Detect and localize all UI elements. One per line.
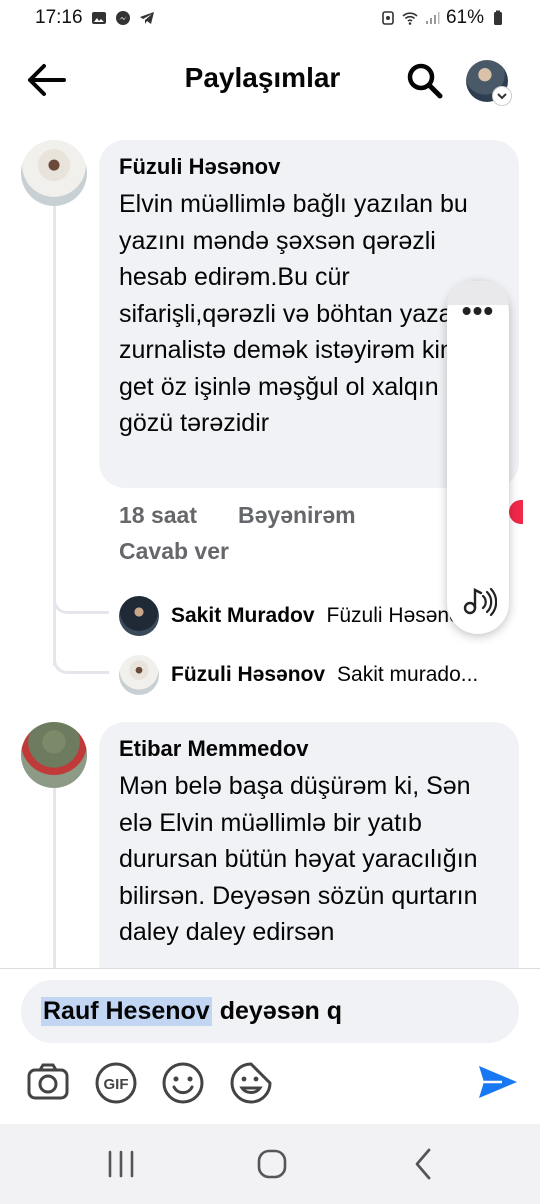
gallery-icon — [91, 12, 106, 24]
comment-text: Elvin müəllimlə bağlı yazılan bu yazını … — [119, 190, 468, 437]
comment-text: Mən belə başa düşürəm ki, Sən elə Elvin … — [119, 772, 478, 946]
emoji-icon[interactable] — [160, 1060, 206, 1106]
comment-time: 18 saat — [119, 502, 198, 528]
avatar[interactable] — [21, 140, 87, 206]
chevron-down-icon — [492, 86, 512, 106]
reply-button[interactable]: Cavab ver — [119, 538, 229, 565]
reply-connector — [53, 560, 109, 614]
reply-connector — [53, 620, 109, 674]
status-bar: 17:16 61% — [0, 0, 540, 36]
avatar[interactable] — [119, 596, 159, 636]
reply-author[interactable]: Füzuli Həsənov — [171, 663, 325, 687]
signal-icon — [425, 12, 440, 24]
comment-input[interactable]: Rauf Hesenov deyəsən q — [21, 980, 519, 1043]
telegram-icon — [139, 12, 154, 24]
avatar[interactable] — [21, 722, 87, 788]
alarm-icon — [382, 11, 394, 25]
battery-icon — [494, 10, 502, 25]
reply-preview: Sakit murado... — [337, 663, 479, 686]
floating-panel[interactable]: ••• — [447, 281, 509, 634]
sound-wave-icon[interactable] — [461, 584, 497, 618]
send-icon[interactable] — [476, 1062, 520, 1102]
profile-avatar[interactable] — [466, 60, 512, 106]
header: Paylaşımlar — [0, 48, 540, 112]
composer-toolbar: GIF — [0, 1060, 540, 1106]
camera-icon[interactable] — [25, 1060, 71, 1106]
recent-apps-icon[interactable] — [101, 1144, 141, 1184]
messenger-icon — [115, 11, 130, 25]
home-icon[interactable] — [252, 1144, 292, 1184]
more-options-icon[interactable]: ••• — [447, 295, 509, 327]
avatar[interactable] — [119, 655, 159, 695]
battery-percent: 61% — [445, 7, 484, 28]
search-icon[interactable] — [404, 60, 446, 100]
page-title: Paylaşımlar — [184, 62, 341, 93]
mention-tag[interactable]: Rauf Hesenov — [41, 997, 212, 1026]
composer-divider — [0, 968, 540, 969]
comment-author[interactable]: Etibar Memmedov — [119, 736, 499, 762]
status-time: 17:16 — [35, 7, 83, 28]
status-right: 61% — [380, 7, 506, 29]
back-nav-icon[interactable] — [404, 1144, 444, 1184]
gif-icon[interactable]: GIF — [93, 1060, 139, 1106]
wifi-icon — [402, 12, 418, 25]
status-left: 17:16 — [35, 7, 155, 29]
thread-line — [53, 788, 56, 968]
like-button[interactable]: Bəyənirəm — [238, 502, 356, 529]
svg-text:GIF: GIF — [104, 1076, 129, 1093]
reply-item[interactable]: Füzuli Həsənov Sakit murado... — [119, 655, 519, 695]
sticker-icon[interactable] — [228, 1060, 274, 1106]
comment-bubble[interactable]: Etibar Memmedov Mən belə başa düşürəm ki… — [99, 722, 519, 968]
reply-author[interactable]: Sakit Muradov — [171, 604, 315, 628]
reaction-badge — [509, 500, 523, 524]
system-navigation-bar — [0, 1124, 540, 1204]
composer-text[interactable]: deyəsən q — [220, 997, 342, 1026]
comment-author[interactable]: Füzuli Həsənov — [119, 154, 499, 180]
